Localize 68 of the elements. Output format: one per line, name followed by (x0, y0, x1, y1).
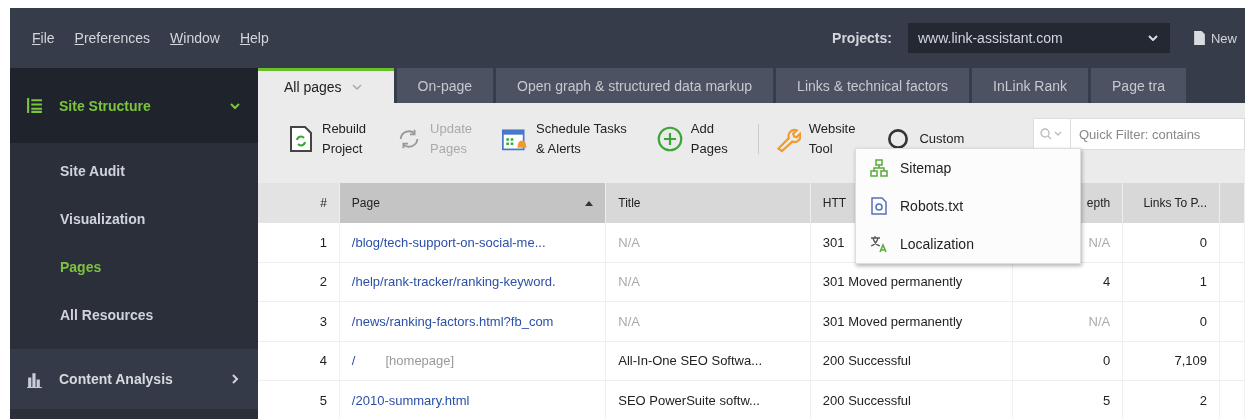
column-header[interactable]: Page (339, 183, 607, 223)
column-header[interactable]: # (258, 183, 340, 223)
column-header[interactable]: Title (606, 183, 811, 223)
chevron-down-icon (1148, 35, 1158, 41)
table-cell: 0 (1123, 302, 1220, 341)
sidebar-item[interactable]: Visualization (10, 195, 258, 243)
table-cell: 0 (1013, 341, 1124, 380)
page-link[interactable]: / (351, 353, 356, 369)
sitemap-icon (870, 159, 888, 177)
table-cell: 7,109 (1123, 341, 1220, 380)
page-link[interactable]: /2010-summary.html (351, 392, 470, 408)
table-cell: 0 (1123, 223, 1220, 262)
sidebar-section[interactable]: Site Structure (10, 68, 258, 143)
menu-item[interactable]: Window (170, 30, 220, 46)
page-link[interactable]: /news/ranking-factors.html?fb_com (351, 313, 554, 329)
translate-icon (870, 235, 888, 253)
table-cell: N/A (606, 302, 811, 341)
toolbar-button[interactable]: Add Pages (656, 119, 728, 159)
table-cell: 3 (258, 302, 340, 341)
table-cell: SEO PowerSuite softw... (606, 381, 811, 419)
sidebar-section[interactable]: Content Analysis (10, 349, 258, 409)
sidebar-item[interactable]: Site Audit (10, 147, 258, 195)
sidebar-item[interactable]: Pages (10, 243, 258, 291)
toolbar-button[interactable]: Website Tool (774, 119, 856, 159)
tab[interactable]: Open graph & structured data markup (496, 68, 774, 103)
menu-item[interactable]: Preferences (74, 30, 151, 46)
new-button[interactable]: New (1194, 30, 1245, 46)
quick-filter-field[interactable]: Quick Filter: contains (1033, 118, 1245, 150)
table-cell: 4 (258, 341, 340, 380)
toolbar-button[interactable]: Rebuild Project (288, 119, 367, 159)
tree-list-icon (26, 97, 43, 114)
table-cell: N/A (606, 223, 811, 262)
column-header[interactable]: Links To P... (1123, 183, 1220, 223)
page-note: [homepage] (385, 353, 455, 369)
tab[interactable]: Page tra (1091, 68, 1186, 103)
table-cell: 301 Moved permanently (810, 302, 1014, 341)
table-cell: 1 (1123, 262, 1220, 301)
tab[interactable]: On-page (396, 68, 494, 103)
document-search-icon (870, 197, 888, 215)
plus-circle-icon (656, 125, 683, 153)
page-link[interactable]: /blog/tech-support-on-social-me... (351, 234, 546, 250)
menu-item[interactable]: File (32, 30, 55, 46)
menu-item[interactable]: Help (239, 30, 269, 46)
toolbar-button[interactable]: Schedule Tasks & Alerts (502, 119, 627, 159)
table-cell: 200 Successful (810, 341, 1014, 380)
bar-chart-icon (26, 370, 43, 388)
table-cell: 1 (258, 223, 340, 262)
sort-ascending-icon (585, 200, 594, 206)
chevron-down-icon (351, 84, 362, 90)
tab[interactable]: All pages (258, 68, 394, 103)
table-cell: All-In-One SEO Softwa... (606, 341, 811, 380)
document-icon (1194, 31, 1205, 45)
menu-item[interactable]: Robots.txt (856, 187, 1080, 225)
table-cell: N/A (1013, 302, 1124, 341)
table-cell: 200 Successful (810, 381, 1014, 419)
project-select[interactable]: www.link-assistant.com (908, 23, 1170, 53)
search-icon (1040, 128, 1064, 140)
page-link[interactable]: /help/rank-tracker/ranking-keyword. (351, 274, 556, 290)
refresh-document-icon (288, 125, 314, 153)
table-cell: 5 (1013, 381, 1124, 419)
sidebar-item[interactable]: All Resources (10, 291, 258, 339)
table-cell: 2 (258, 262, 340, 301)
table-cell: N/A (606, 262, 811, 301)
tab[interactable]: Links & technical factors (776, 68, 970, 103)
table-cell: 2 (1123, 381, 1220, 419)
projects-label: Projects: (832, 30, 892, 46)
tab[interactable]: InLink Rank (972, 68, 1088, 103)
table-cell: 5 (258, 381, 340, 419)
